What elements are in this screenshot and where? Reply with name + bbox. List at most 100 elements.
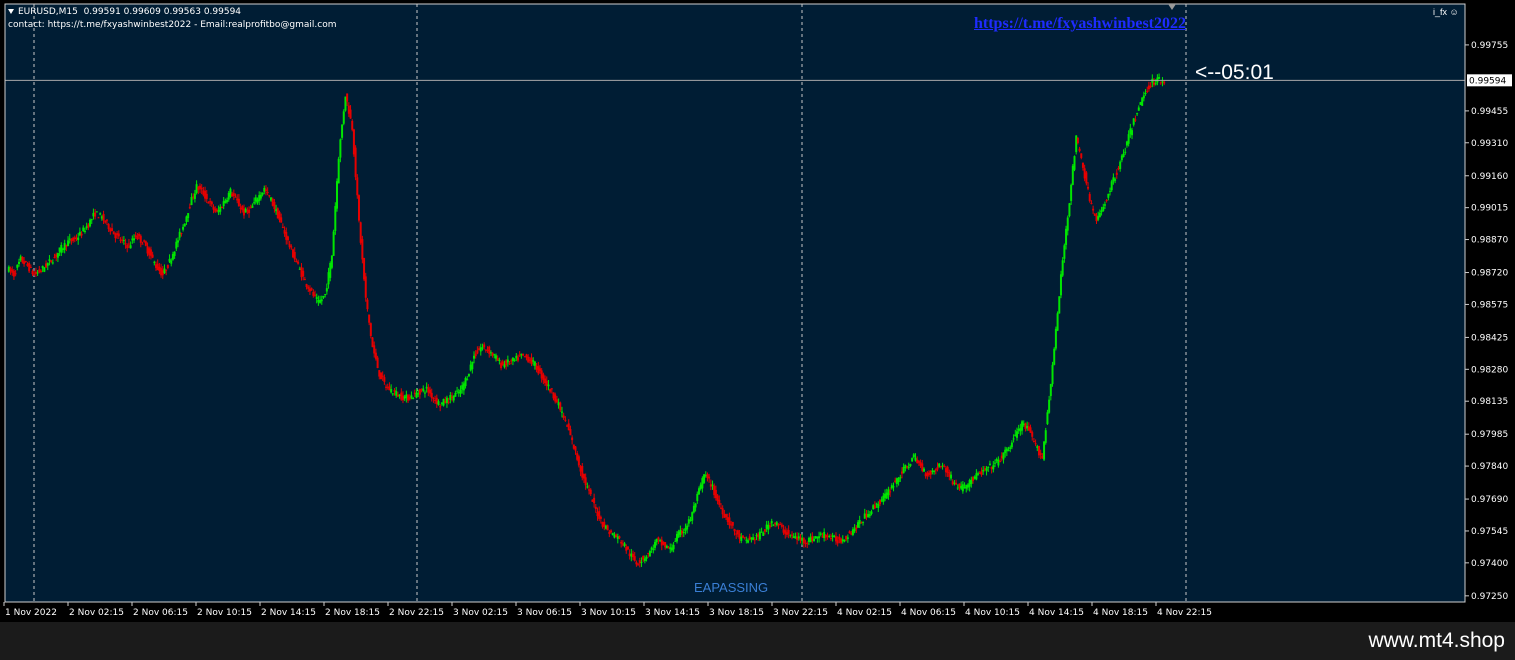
- candle-body: [1010, 442, 1013, 448]
- candle-body: [806, 543, 809, 545]
- candle-body: [743, 537, 746, 539]
- candle-body: [862, 521, 865, 523]
- candle-body: [302, 270, 305, 277]
- candle-body: [207, 202, 210, 204]
- candle-body: [1149, 85, 1152, 87]
- candle-body: [36, 272, 39, 274]
- candle-body: [83, 230, 86, 232]
- candle-body: [141, 243, 144, 245]
- x-tick-label: 3 Nov 06:15: [517, 608, 572, 618]
- candle-body: [1048, 399, 1051, 413]
- candle-body: [577, 456, 580, 466]
- candle-body: [911, 458, 914, 462]
- candle-body: [753, 539, 756, 541]
- candle-body: [447, 401, 450, 403]
- candle-body: [741, 535, 744, 538]
- candle-body: [829, 537, 832, 540]
- candle-body: [518, 355, 521, 357]
- candle-body: [368, 314, 371, 323]
- candle-body: [721, 508, 724, 515]
- candle-body: [176, 240, 179, 243]
- candle-body: [562, 415, 565, 419]
- candle-body: [391, 393, 394, 395]
- candle-body: [1154, 83, 1157, 85]
- price-chart[interactable]: 0.99755 0.99455 0.99310 0.99160 0.99015 0.988…: [0, 0, 1515, 620]
- eapassing-watermark: EAPASSING: [694, 580, 769, 595]
- candle-body: [533, 361, 536, 366]
- footer-bar: www.mt4.shop: [0, 622, 1515, 660]
- contact-line: contact: https://t.me/fxyashwinbest2022 …: [8, 20, 337, 30]
- candle-body: [361, 239, 364, 260]
- candle-body: [459, 389, 462, 394]
- candle-body: [762, 532, 765, 536]
- candle-body: [336, 181, 339, 209]
- candle-body: [620, 541, 623, 544]
- y-tick-label: 0.97250: [1471, 592, 1508, 602]
- candle-body: [873, 505, 876, 509]
- chart-area[interactable]: 0.99755 0.99455 0.99310 0.99160 0.99015 0.988…: [0, 0, 1515, 620]
- candle-body: [188, 207, 191, 209]
- candle-body: [643, 558, 646, 562]
- collapse-triangle-icon[interactable]: [8, 9, 14, 14]
- candle-body: [1144, 92, 1147, 94]
- candle-body: [508, 363, 511, 365]
- candle-body: [354, 147, 357, 178]
- candle-body: [1039, 452, 1042, 456]
- candle-body: [1085, 172, 1088, 184]
- candle-body: [226, 199, 229, 202]
- candle-body: [1044, 430, 1047, 443]
- telegram-channel-link[interactable]: https://t.me/fxyashwinbest2022: [974, 15, 1186, 33]
- candle-body: [471, 361, 474, 370]
- candle-body: [1146, 90, 1149, 92]
- candle-body: [899, 477, 902, 479]
- candle-body: [818, 536, 821, 539]
- candle-body: [363, 257, 366, 280]
- candle-body: [694, 503, 697, 508]
- candle-body: [1132, 118, 1135, 125]
- candle-body: [1012, 438, 1015, 440]
- candle-body: [994, 462, 997, 464]
- candle-body: [467, 373, 470, 377]
- candle-body: [205, 193, 208, 200]
- candle-body: [182, 226, 185, 230]
- candle-body: [1009, 447, 1012, 449]
- candle-body: [889, 491, 892, 493]
- y-tick-label: 0.98135: [1471, 397, 1508, 407]
- candle-body: [1034, 443, 1037, 445]
- candle-body: [342, 111, 345, 124]
- candle-body: [868, 514, 871, 517]
- candle-body: [513, 359, 516, 361]
- candle-body: [107, 224, 110, 230]
- candle-body: [80, 233, 83, 236]
- candle-body: [1163, 81, 1166, 84]
- candle-body: [733, 528, 736, 532]
- candle-body: [261, 192, 264, 195]
- candle-body: [985, 468, 988, 471]
- candle-body: [1087, 186, 1090, 189]
- candle-body: [1021, 421, 1024, 431]
- candle-body: [178, 231, 181, 238]
- candle-body: [1029, 427, 1032, 433]
- candle-body: [77, 237, 80, 241]
- y-tick-label: 0.98425: [1471, 333, 1508, 343]
- candle-body: [813, 538, 816, 542]
- candle-body: [635, 562, 638, 565]
- candle-body: [381, 375, 384, 377]
- candle-body: [547, 384, 550, 387]
- candle-body: [718, 499, 721, 505]
- candle-body: [437, 401, 440, 405]
- candle-body: [187, 213, 190, 219]
- ohlc-values: 0.99591 0.99609 0.99563 0.99594: [83, 7, 242, 17]
- y-tick-label: 0.98280: [1471, 365, 1508, 375]
- candle-body: [46, 263, 49, 266]
- candle-body: [623, 543, 626, 547]
- candle-body: [129, 245, 132, 249]
- candle-body: [1092, 208, 1095, 211]
- candle-body: [280, 217, 283, 223]
- candle-body: [127, 243, 130, 245]
- candle-body: [848, 531, 851, 534]
- candle-body: [105, 219, 108, 221]
- candle-body: [268, 195, 271, 197]
- candle-body: [672, 545, 675, 550]
- candle-body: [337, 158, 340, 184]
